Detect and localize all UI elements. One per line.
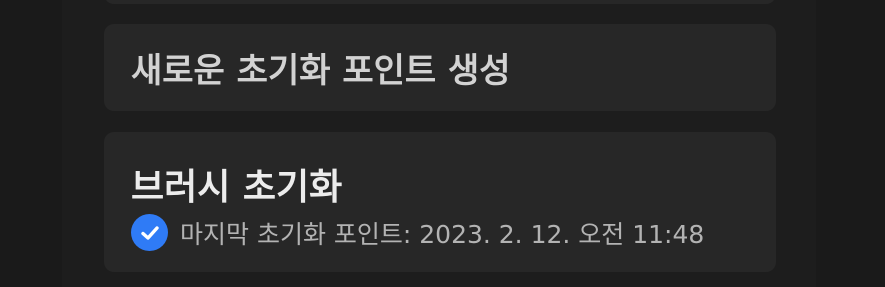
last-reset-text: 마지막 초기화 포인트: 2023. 2. 12. 오전 11:48 [180,219,705,249]
window-background: 새로운 초기화 포인트 생성 브러시 초기화 마지막 초기화 포인트: 2023… [0,0,885,287]
create-reset-point-label: 새로운 초기화 포인트 생성 [131,51,511,91]
previous-option-card [104,0,776,4]
brush-reset-button[interactable]: 브러시 초기화 마지막 초기화 포인트: 2023. 2. 12. 오전 11:… [104,132,776,272]
last-reset-status: 마지막 초기화 포인트: 2023. 2. 12. 오전 11:48 [131,214,704,251]
create-reset-point-button[interactable]: 새로운 초기화 포인트 생성 [104,24,776,111]
check-circle-icon [131,214,168,251]
brush-reset-title: 브러시 초기화 [131,167,343,208]
